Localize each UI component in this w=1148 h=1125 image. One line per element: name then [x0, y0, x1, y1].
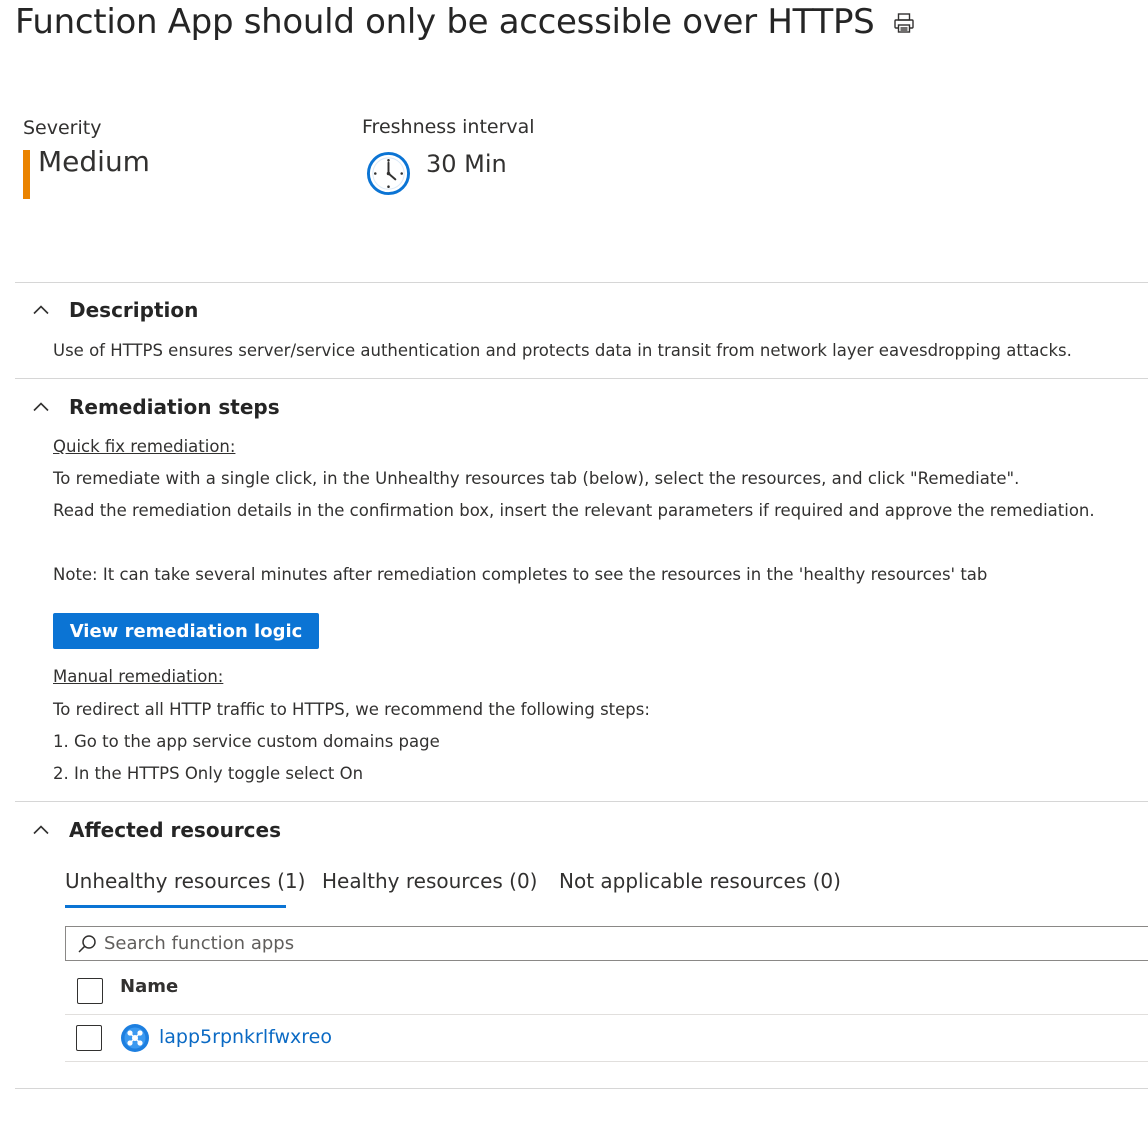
manual-remediation-intro: To redirect all HTTP traffic to HTTPS, w…: [53, 700, 650, 719]
table-header-separator: [65, 1014, 1148, 1015]
page-title: Function App should only be accessible o…: [15, 2, 875, 42]
remediation-note: Note: It can take several minutes after …: [53, 565, 988, 584]
description-text: Use of HTTPS ensures server/service auth…: [53, 341, 1072, 360]
remediation-heading: Remediation steps: [69, 395, 280, 419]
section-divider: [15, 801, 1148, 802]
manual-step-1: 1. Go to the app service custom domains …: [53, 732, 440, 751]
section-divider: [15, 378, 1148, 379]
severity-label: Severity: [23, 117, 102, 139]
view-remediation-logic-button[interactable]: View remediation logic: [53, 613, 319, 649]
severity-value: Medium: [38, 145, 150, 178]
freshness-value: 30 Min: [426, 150, 507, 178]
chevron-up-icon: [33, 825, 49, 835]
quick-fix-line-1: To remediate with a single click, in the…: [53, 469, 1020, 488]
manual-step-2: 2. In the HTTPS Only toggle select On: [53, 764, 364, 783]
tab-unhealthy-resources[interactable]: Unhealthy resources (1): [65, 869, 305, 893]
search-box[interactable]: [65, 926, 1148, 961]
resource-link[interactable]: lapp5rpnkrlfwxreo: [159, 1026, 332, 1048]
clock-icon: [366, 151, 411, 196]
affected-resources-heading: Affected resources: [69, 818, 282, 842]
description-section-toggle[interactable]: Description: [30, 295, 198, 325]
manual-remediation-title: Manual remediation:: [53, 667, 224, 686]
quick-fix-line-2: Read the remediation details in the conf…: [53, 501, 1095, 520]
affected-resources-section-toggle[interactable]: Affected resources: [30, 815, 281, 845]
chevron-up-icon: [33, 305, 49, 315]
chevron-up-icon: [33, 402, 49, 412]
search-input[interactable]: [102, 932, 1006, 955]
select-all-checkbox[interactable]: [77, 978, 103, 1004]
active-tab-indicator: [65, 905, 286, 908]
row-checkbox[interactable]: [76, 1025, 102, 1051]
section-divider: [15, 282, 1148, 283]
tab-healthy-resources[interactable]: Healthy resources (0): [322, 869, 537, 893]
description-heading: Description: [69, 298, 199, 322]
remediation-section-toggle[interactable]: Remediation steps: [30, 392, 280, 422]
freshness-label: Freshness interval: [362, 116, 535, 138]
search-icon: [78, 934, 96, 953]
tab-not-applicable-resources[interactable]: Not applicable resources (0): [559, 869, 841, 893]
severity-indicator-bar: [23, 150, 30, 199]
table-row-separator: [65, 1061, 1148, 1062]
column-header-name: Name: [120, 976, 179, 997]
function-app-icon: [121, 1024, 149, 1052]
section-divider: [15, 1088, 1148, 1089]
print-icon[interactable]: [892, 11, 916, 35]
quick-fix-title: Quick fix remediation:: [53, 437, 236, 456]
